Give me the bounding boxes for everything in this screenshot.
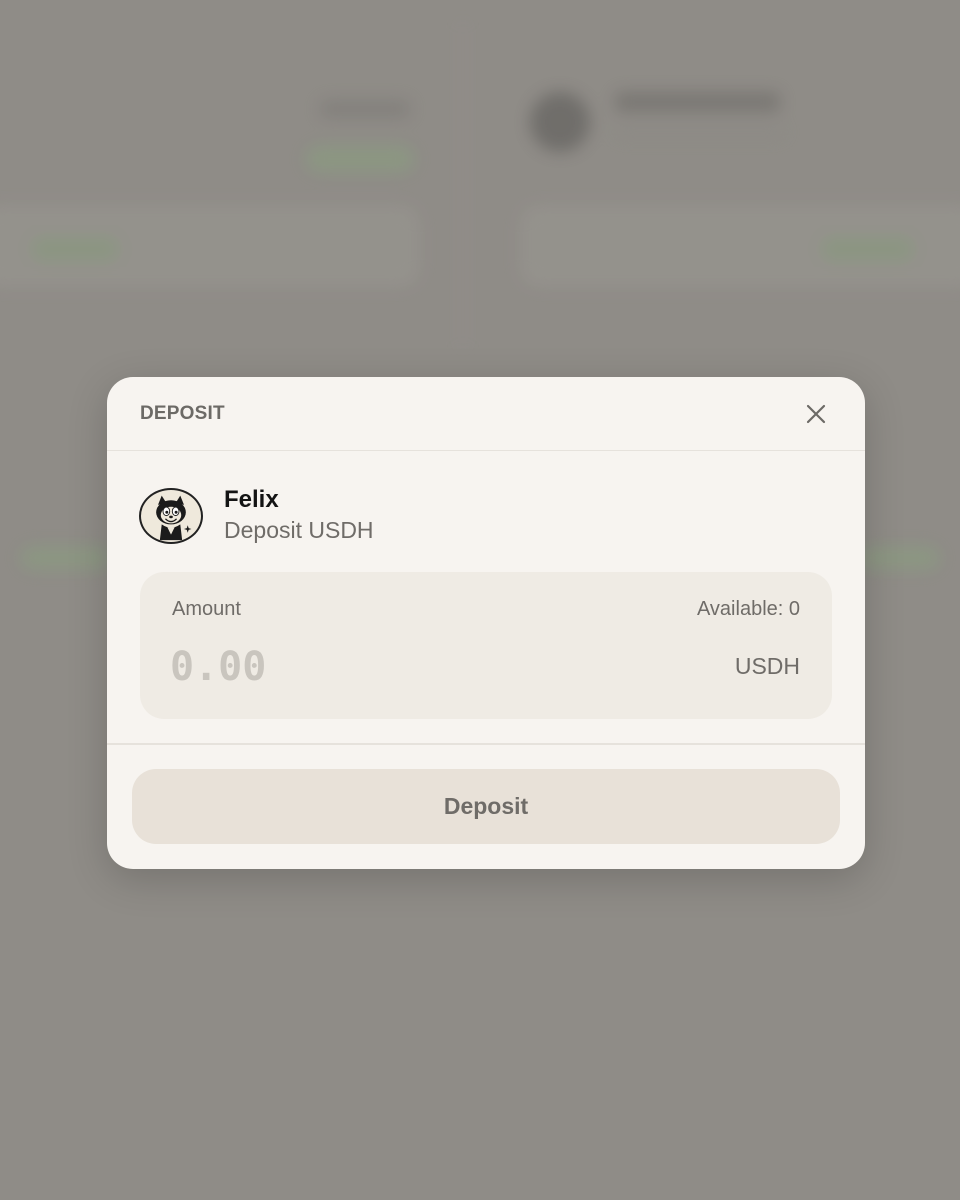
- amount-panel: Amount Available: 0 USDH: [140, 572, 832, 719]
- protocol-subtitle: Deposit USDH: [224, 517, 374, 543]
- deposit-modal: DEPOSIT Felix Deposit USDH Amount Availa…: [107, 377, 865, 869]
- currency-label: USDH: [734, 653, 800, 679]
- modal-title: DEPOSIT: [140, 403, 225, 424]
- protocol-name: Felix: [224, 486, 279, 513]
- close-button[interactable]: [801, 399, 831, 429]
- close-icon: [806, 404, 826, 424]
- amount-label: Amount: [172, 598, 241, 620]
- deposit-button[interactable]: Deposit: [132, 769, 840, 844]
- footer-divider: [107, 743, 865, 745]
- available-balance: Available: 0: [696, 598, 800, 620]
- amount-input[interactable]: [170, 640, 590, 694]
- felix-logo-icon: [139, 488, 203, 544]
- modal-header: DEPOSIT: [107, 377, 865, 451]
